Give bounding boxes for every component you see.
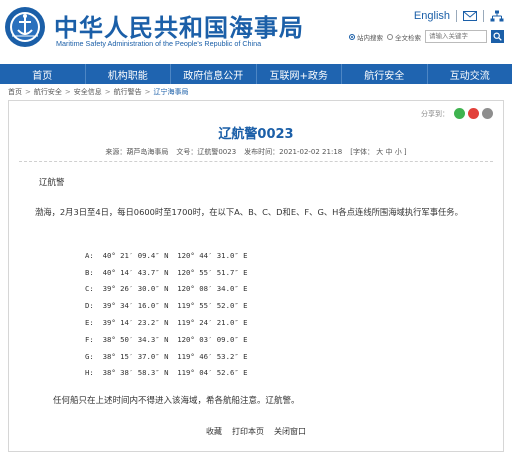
meta-doc-number: 文号：辽航警0023 <box>176 148 237 156</box>
breadcrumb-separator: > <box>144 88 151 96</box>
nav-item-internet-services[interactable]: 互联网+政务 <box>257 64 342 84</box>
site-subtitle: Maritime Safety Administration of the Pe… <box>56 39 262 48</box>
coordinate-row: D: 39° 34′ 16.0″ N 119° 55′ 52.0″ E <box>85 301 248 311</box>
search-input[interactable] <box>425 30 487 43</box>
top-divider <box>483 10 484 22</box>
breadcrumb-safety-info[interactable]: 安全信息 <box>74 87 102 97</box>
breadcrumb-liaoning-msa[interactable]: 辽宁海事局 <box>154 87 189 97</box>
article-footer-links: 收藏 打印本页 关闭窗口 <box>9 426 503 437</box>
coordinate-row: B: 40° 14′ 43.7″ N 120° 55′ 51.7″ E <box>85 267 248 277</box>
breadcrumb-separator: > <box>64 88 71 96</box>
article-heading: 辽航警 <box>39 178 65 188</box>
breadcrumb-separator: > <box>25 88 31 96</box>
nav-item-home[interactable]: 首页 <box>0 64 86 84</box>
article-title: 辽航警0023 <box>218 127 294 142</box>
top-divider <box>456 10 457 22</box>
meta-divider <box>19 161 493 162</box>
mail-icon[interactable] <box>463 10 477 22</box>
nav-item-functions[interactable]: 机构职能 <box>86 64 171 84</box>
coordinate-row: G: 38° 15′ 37.0″ N 119° 46′ 53.2″ E <box>85 351 248 361</box>
nav-item-navigation-safety[interactable]: 航行安全 <box>342 64 428 84</box>
coordinate-list: A: 40° 21′ 09.4″ N 120° 44′ 31.0″ E B: 4… <box>85 247 248 381</box>
more-share-icon[interactable] <box>482 108 493 119</box>
coordinate-row: F: 38° 50′ 34.3″ N 120° 03′ 09.0″ E <box>85 334 248 344</box>
nav-item-gov-info[interactable]: 政府信息公开 <box>171 64 257 84</box>
breadcrumb-separator: > <box>104 88 111 96</box>
wechat-share-icon[interactable] <box>454 108 465 119</box>
search-button[interactable] <box>491 30 504 43</box>
breadcrumb-home[interactable]: 首页 <box>8 87 22 97</box>
radio-unchecked-icon[interactable] <box>387 33 393 40</box>
breadcrumb-navigation-safety[interactable]: 航行安全 <box>34 87 62 97</box>
share-label: 分享到： <box>421 109 449 118</box>
font-size-medium-button[interactable]: 中 <box>385 148 392 156</box>
share-area: 分享到： <box>421 108 493 119</box>
search-option-site[interactable]: 站内搜索 <box>349 32 383 42</box>
msa-emblem-icon[interactable] <box>4 6 46 48</box>
top-links: English <box>414 10 504 22</box>
search-icon <box>493 32 502 41</box>
font-size-label: [字体： <box>350 148 374 156</box>
radio-checked-icon[interactable] <box>349 33 355 40</box>
coordinate-row: H: 38° 38′ 58.3″ N 119° 04′ 52.6″ E <box>85 368 248 378</box>
english-link[interactable]: English <box>414 10 450 22</box>
breadcrumb-nav-warnings[interactable]: 航行警告 <box>114 87 142 97</box>
search-option-fulltext[interactable]: 全文检索 <box>387 32 421 42</box>
nav-item-interaction[interactable]: 互动交流 <box>428 64 512 84</box>
meta-source: 来源：葫芦岛海事局 <box>105 148 169 156</box>
sitemap-icon[interactable] <box>490 10 504 22</box>
font-size-control: [字体： 大 中 小 ] <box>350 147 406 157</box>
favorite-link[interactable]: 收藏 <box>206 426 222 437</box>
meta-publish-time: 发布时间：2021-02-02 21:18 <box>244 148 343 156</box>
search-area: 站内搜索 全文检索 <box>349 30 504 43</box>
article-frame: 分享到： 辽航警0023 来源：葫芦岛海事局 文号：辽航警0023 发布时间：2… <box>8 100 504 452</box>
article-meta: 来源：葫芦岛海事局 文号：辽航警0023 发布时间：2021-02-02 21:… <box>9 147 503 157</box>
weibo-share-icon[interactable] <box>468 108 479 119</box>
coordinate-row: A: 40° 21′ 09.4″ N 120° 44′ 31.0″ E <box>85 250 248 260</box>
coordinate-row: C: 39° 26′ 30.0″ N 120° 08′ 34.0″ E <box>85 284 248 294</box>
coordinate-row: E: 39° 14′ 23.2″ N 119° 24′ 21.0″ E <box>85 318 248 328</box>
font-size-close: ] <box>403 148 407 156</box>
close-window-link[interactable]: 关闭窗口 <box>274 426 306 437</box>
site-header: 中华人民共和国海事局 Maritime Safety Administratio… <box>0 0 512 64</box>
article-paragraph: 渤海，2月3日至4日，每日0600时至1700时，在以下A、B、C、D和E、F、… <box>35 207 463 217</box>
article-closing: 任何船只在上述时间内不得进入该海域，希各航船注意。辽航警。 <box>53 396 300 406</box>
font-size-small-button[interactable]: 小 <box>395 148 402 156</box>
main-nav: 首页 机构职能 政府信息公开 互联网+政务 航行安全 互动交流 <box>0 64 512 84</box>
site-title[interactable]: 中华人民共和国海事局 <box>54 8 304 43</box>
font-size-large-button[interactable]: 大 <box>376 148 383 156</box>
breadcrumb: 首页 > 航行安全 > 安全信息 > 航行警告 > 辽宁海事局 <box>0 86 512 98</box>
print-link[interactable]: 打印本页 <box>232 426 264 437</box>
